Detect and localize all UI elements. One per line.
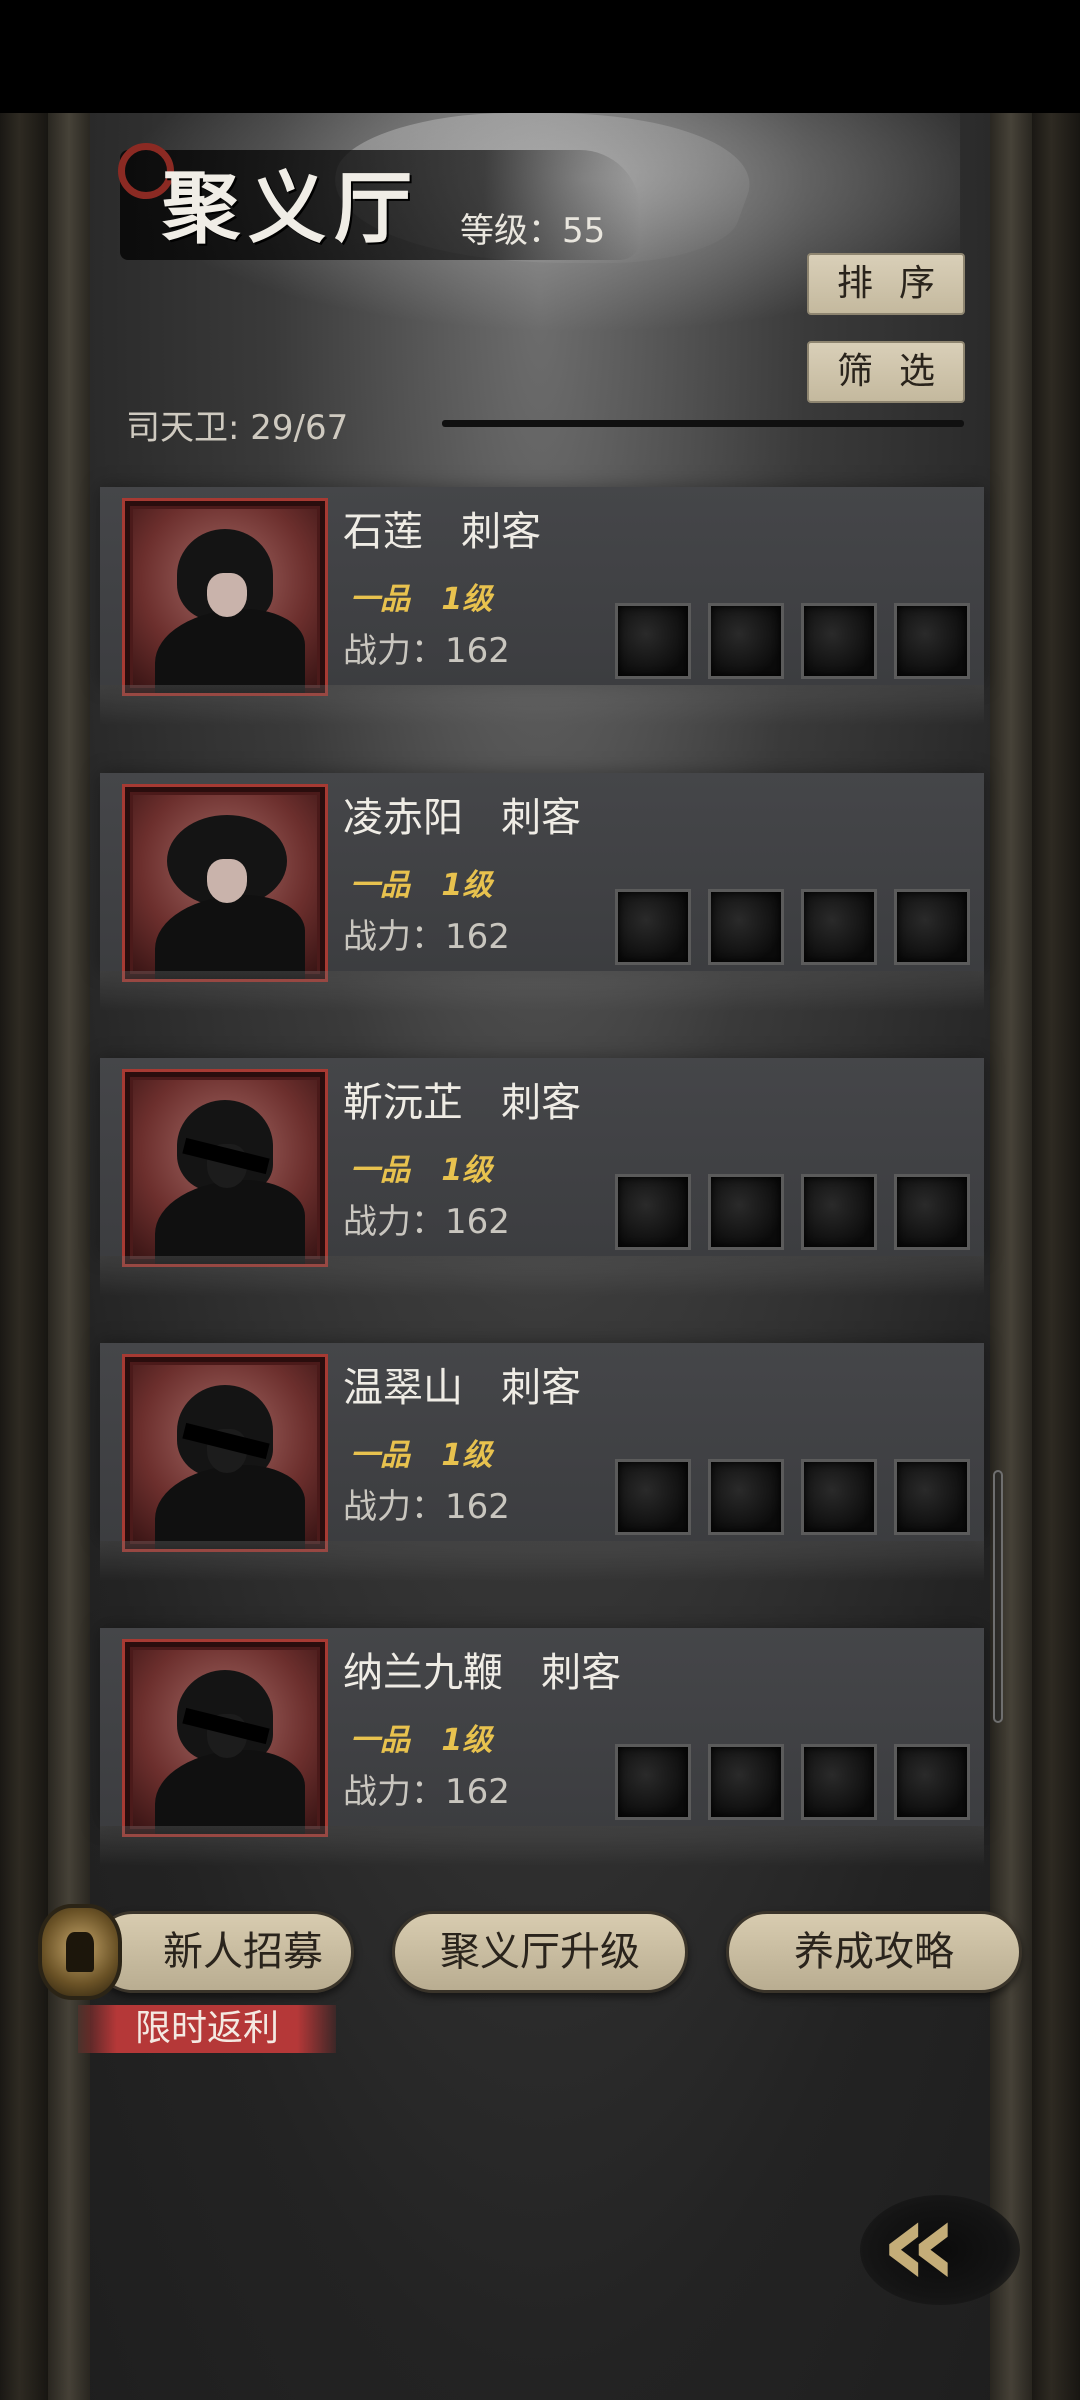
right-frame: [1032, 113, 1080, 2400]
member-grade: 一品: [350, 1723, 410, 1758]
member-card[interactable]: 靳沅芷 刺客 一品 1级 战力：162: [100, 1058, 984, 1296]
member-grade: 一品: [350, 582, 410, 617]
member-card[interactable]: 温翠山 刺客 一品 1级 战力：162: [100, 1343, 984, 1581]
guard-count: 司天卫: 29/67: [126, 408, 349, 448]
member-power: 战力：162: [343, 1487, 510, 1527]
back-button[interactable]: ‹‹: [850, 2175, 1030, 2325]
equipment-slot-icon[interactable]: [801, 1459, 877, 1535]
member-role: 刺客: [541, 1650, 622, 1696]
recruit-token-icon[interactable]: [38, 1904, 122, 2000]
member-grade: 一品: [350, 1153, 410, 1188]
promo-badge: 限时返利: [78, 2005, 336, 2053]
equipment-slot-icon[interactable]: [801, 1744, 877, 1820]
member-card[interactable]: 凌赤阳 刺客 一品 1级 战力：162: [100, 773, 984, 1011]
equipment-slot-icon[interactable]: [708, 1174, 784, 1250]
page-title: 聚义厅: [162, 163, 421, 254]
hall-level: 等级：55: [460, 211, 606, 251]
member-grade-level: 一品 1级: [350, 574, 492, 618]
member-level: 1级: [441, 582, 493, 617]
member-grade: 一品: [350, 868, 410, 903]
member-level: 1级: [441, 1153, 493, 1188]
equipment-slot-icon[interactable]: [894, 603, 970, 679]
member-role: 刺客: [501, 1365, 582, 1411]
member-name: 凌赤阳: [343, 795, 463, 841]
equipment-slot-icon[interactable]: [708, 889, 784, 965]
hall-upgrade-button[interactable]: 聚义厅升级: [392, 1911, 688, 1993]
scrollbar[interactable]: [993, 1470, 1003, 1723]
member-power: 战力：162: [343, 631, 510, 671]
equipment-slot-icon[interactable]: [615, 603, 691, 679]
member-name-role: 靳沅芷 刺客: [343, 1070, 581, 1128]
equipment-slot-icon[interactable]: [708, 1459, 784, 1535]
member-name: 靳沅芷: [343, 1080, 463, 1126]
member-role: 刺客: [501, 1080, 582, 1126]
member-card[interactable]: 纳兰九鞭 刺客 一品 1级 战力：162: [100, 1628, 984, 1866]
member-portrait: [122, 1069, 328, 1267]
equipment-slot-icon[interactable]: [894, 1174, 970, 1250]
equipment-slot-icon[interactable]: [615, 1744, 691, 1820]
right-pillar: [990, 113, 1032, 2400]
filter-button[interactable]: 筛选: [807, 341, 965, 403]
member-role: 刺客: [461, 509, 542, 555]
member-grade-level: 一品 1级: [350, 1145, 492, 1189]
equipment-slot-icon[interactable]: [801, 889, 877, 965]
left-frame: [0, 113, 48, 2400]
member-grade-level: 一品 1级: [350, 1430, 492, 1474]
equipment-slot-icon[interactable]: [615, 1174, 691, 1250]
equipment-slot-icon[interactable]: [615, 1459, 691, 1535]
sort-button[interactable]: 排序: [807, 253, 965, 315]
recruit-button[interactable]: 新人招募: [92, 1911, 354, 1993]
member-level: 1级: [441, 1723, 493, 1758]
member-power: 战力：162: [343, 1772, 510, 1812]
equipment-slot-icon[interactable]: [801, 603, 877, 679]
left-pillar: [48, 113, 90, 2400]
member-name: 纳兰九鞭: [343, 1650, 503, 1696]
equipment-slot-icon[interactable]: [801, 1174, 877, 1250]
member-name-role: 凌赤阳 刺客: [343, 785, 581, 843]
member-name-role: 纳兰九鞭 刺客: [343, 1640, 621, 1698]
equipment-slot-icon[interactable]: [894, 1459, 970, 1535]
member-portrait: [122, 784, 328, 982]
member-grade: 一品: [350, 1438, 410, 1473]
member-name-role: 石莲 刺客: [343, 499, 541, 557]
member-role: 刺客: [501, 795, 582, 841]
member-portrait: [122, 498, 328, 696]
guide-button[interactable]: 养成攻略: [726, 1911, 1022, 1993]
member-name: 石莲: [343, 509, 423, 555]
equipment-slot-icon[interactable]: [708, 603, 784, 679]
member-power: 战力：162: [343, 1202, 510, 1242]
double-chevron-left-icon: ‹‹: [880, 2175, 959, 2314]
member-card[interactable]: 石莲 刺客 一品 1级 战力：162: [100, 487, 984, 725]
equipment-slot-icon[interactable]: [708, 1744, 784, 1820]
member-name: 温翠山: [343, 1365, 463, 1411]
member-name-role: 温翠山 刺客: [343, 1355, 581, 1413]
equipment-slot-icon[interactable]: [894, 889, 970, 965]
divider: [442, 420, 964, 427]
member-portrait: [122, 1639, 328, 1837]
member-level: 1级: [441, 1438, 493, 1473]
member-grade-level: 一品 1级: [350, 1715, 492, 1759]
equipment-slot-icon[interactable]: [894, 1744, 970, 1820]
member-portrait: [122, 1354, 328, 1552]
member-power: 战力：162: [343, 917, 510, 957]
member-grade-level: 一品 1级: [350, 860, 492, 904]
equipment-slot-icon[interactable]: [615, 889, 691, 965]
member-level: 1级: [441, 868, 493, 903]
